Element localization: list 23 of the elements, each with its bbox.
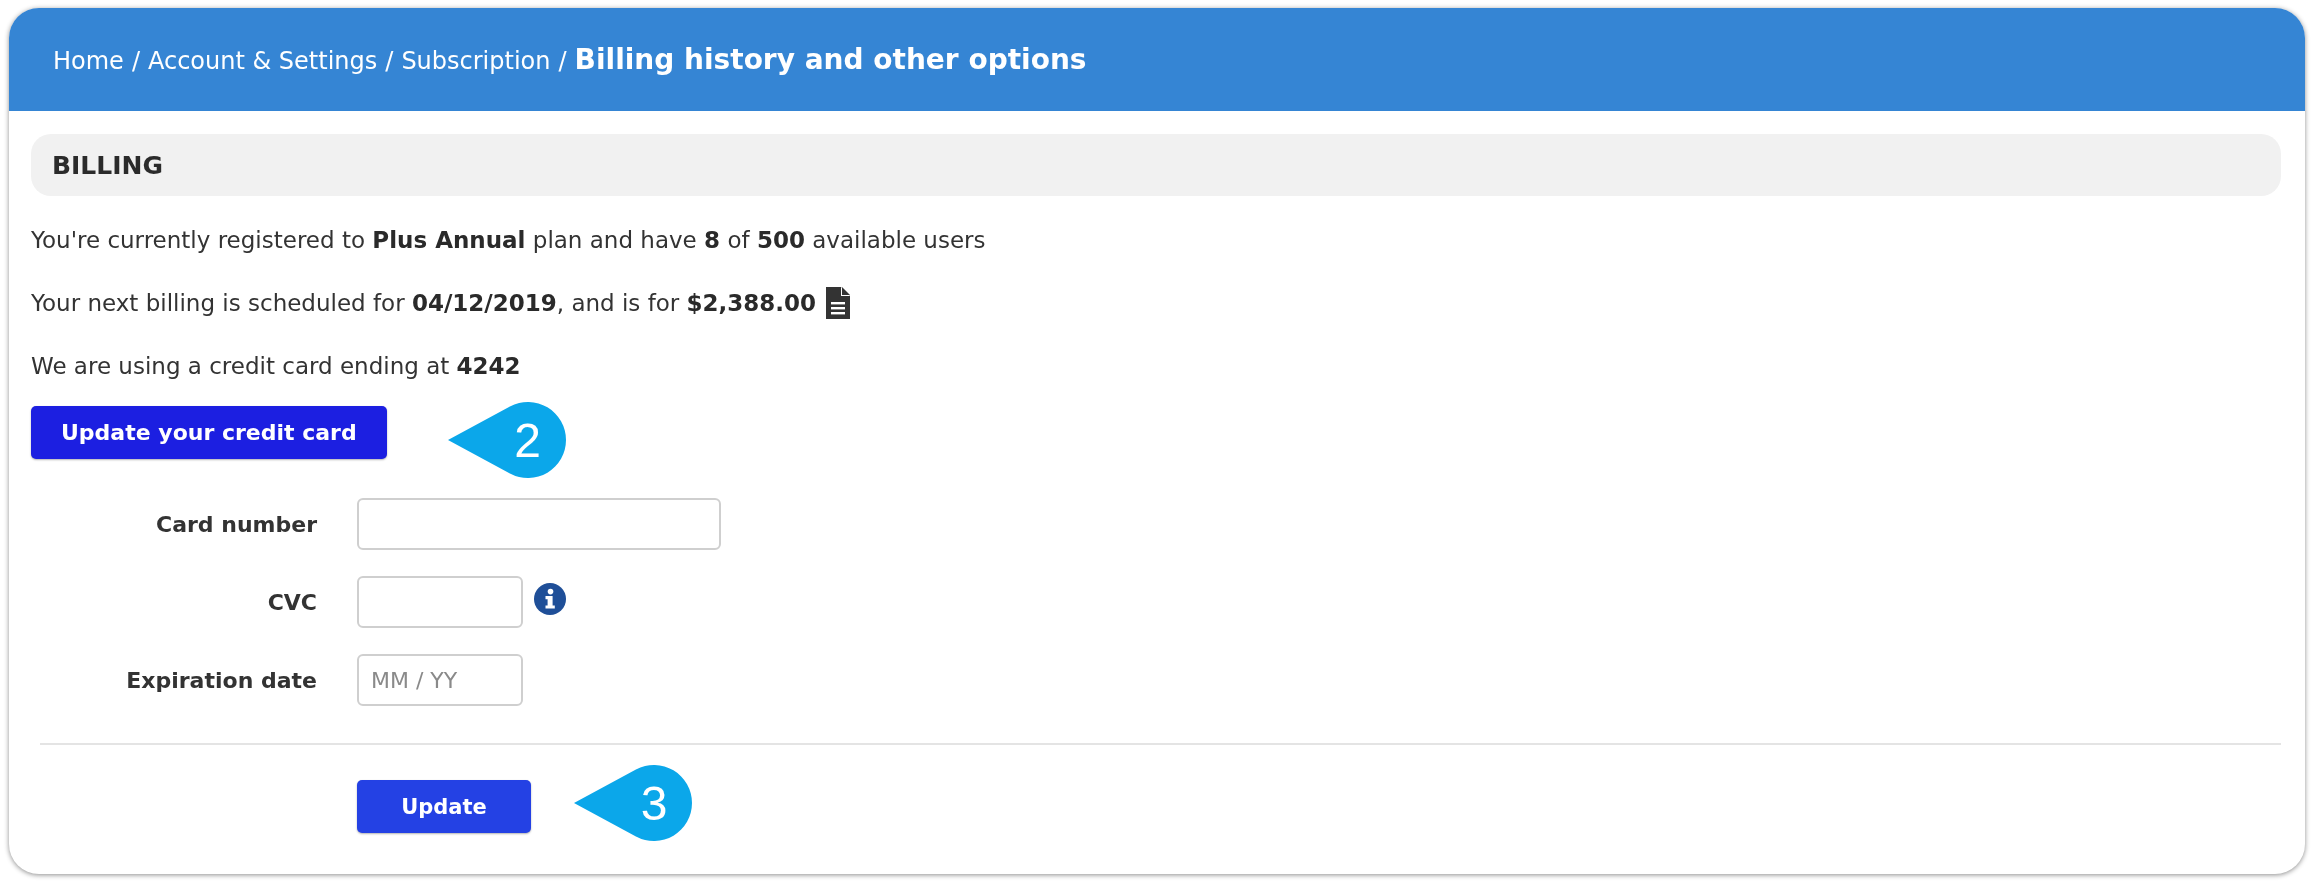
update-card-button[interactable]: Update your credit card	[31, 406, 387, 459]
info-text: You're currently registered to Plus Annual plan and have 8 of 500 available users	[31, 226, 986, 255]
breadcrumb-link[interactable]: Home	[53, 47, 124, 75]
info-icon[interactable]	[534, 583, 566, 615]
breadcrumb-link[interactable]: Account & Settings	[147, 47, 378, 75]
step-callout: 3	[574, 765, 692, 841]
info-text: We are using a credit card ending at 4242	[31, 352, 521, 381]
breadcrumb-separator: /	[558, 47, 567, 75]
field-label: Card number	[156, 511, 317, 537]
update-button[interactable]: Update	[357, 780, 531, 833]
info-text: Your next billing is scheduled for 04/12/2019, and is for $2,388.00	[31, 289, 817, 318]
expiry-field[interactable]: MM / YY	[357, 654, 523, 706]
document-icon[interactable]	[826, 287, 851, 319]
field-label: CVC	[267, 589, 317, 615]
field-label: Expiration date	[126, 667, 317, 693]
breadcrumb-separator: /	[385, 47, 394, 75]
cvc-field[interactable]	[357, 576, 523, 628]
breadcrumb-separator: /	[131, 47, 140, 75]
card-number-field[interactable]	[357, 498, 721, 550]
page-title: Billing history and other options	[574, 43, 1087, 76]
breadcrumb-link[interactable]: Subscription	[401, 47, 551, 75]
section-header: BILLING	[31, 134, 2281, 196]
step-callout: 2	[447, 402, 566, 478]
